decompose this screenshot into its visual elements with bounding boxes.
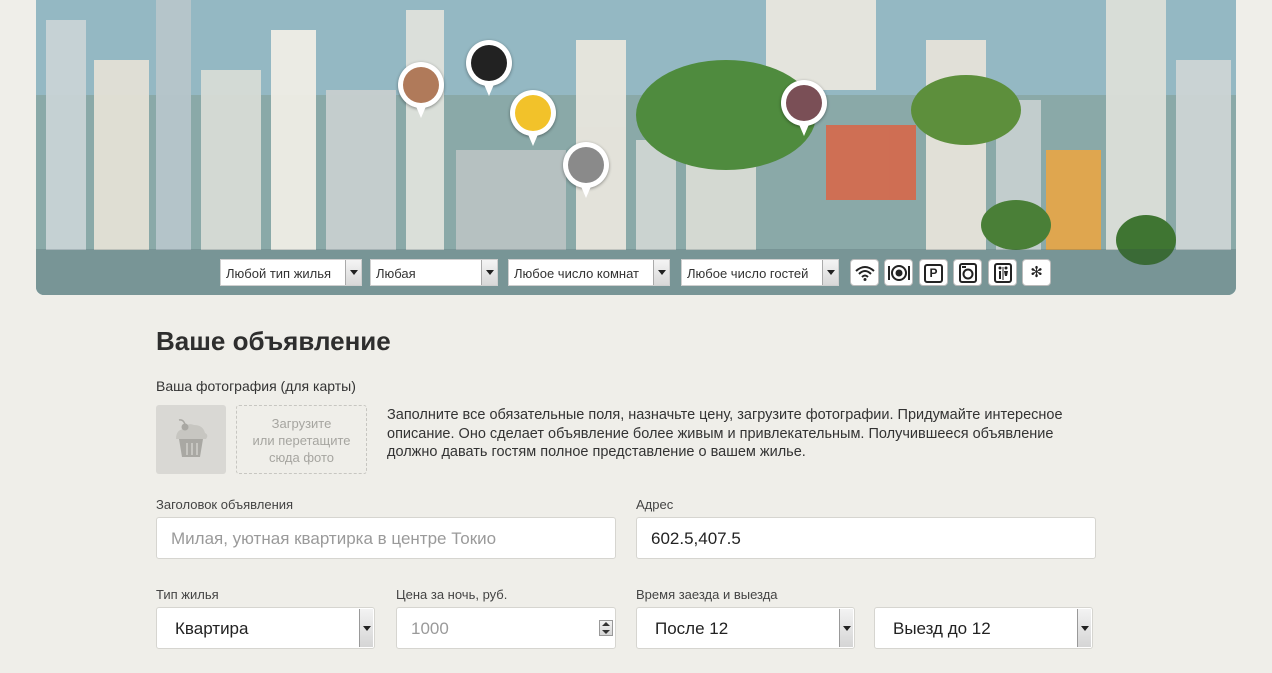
housing-type-select[interactable]: Квартира bbox=[156, 607, 375, 649]
rooms-filter[interactable]: Любое число комнат bbox=[508, 259, 670, 286]
upload-text-line3: сюда фото bbox=[268, 450, 335, 465]
any-filter[interactable]: Любая bbox=[370, 259, 498, 286]
listing-title-label: Заголовок объявления bbox=[156, 497, 294, 512]
page-title: Ваше объявление bbox=[156, 326, 391, 356]
restroom-icon[interactable] bbox=[988, 259, 1017, 286]
chevron-down-icon bbox=[822, 260, 838, 285]
guests-filter[interactable]: Любое число гостей bbox=[681, 259, 839, 286]
rooms-filter-value: Любое число комнат bbox=[514, 266, 639, 281]
housing-type-label: Тип жилья bbox=[156, 587, 219, 602]
checkin-select[interactable]: После 12 bbox=[636, 607, 855, 649]
chevron-down-icon bbox=[359, 609, 373, 647]
snowflake-icon[interactable]: ✻ bbox=[1022, 259, 1051, 286]
housing-type-select-value: Квартира bbox=[175, 619, 249, 638]
checkout-select[interactable]: Выезд до 12 bbox=[874, 607, 1093, 649]
housing-type-filter[interactable]: Любой тип жилья bbox=[220, 259, 362, 286]
filter-bar: Любой тип жилья Любая Любое число комнат… bbox=[36, 249, 1236, 295]
map-pin-avatar-1[interactable] bbox=[398, 62, 444, 120]
address-label: Адрес bbox=[636, 497, 674, 512]
price-label: Цена за ночь, руб. bbox=[396, 587, 508, 602]
chevron-down-icon bbox=[481, 260, 497, 285]
price-input-placeholder: 1000 bbox=[411, 619, 449, 638]
form-hint: Заполните все обязательные поля, назначь… bbox=[387, 407, 1063, 460]
checkin-checkout-label: Время заезда и выезда bbox=[636, 587, 778, 602]
chevron-down-icon bbox=[1077, 609, 1091, 647]
chevron-down-icon bbox=[345, 260, 361, 285]
upload-text-line2: или перетащите bbox=[252, 433, 351, 448]
address-input[interactable]: 602.5,407.5 bbox=[636, 517, 1096, 559]
housing-type-filter-value: Любой тип жилья bbox=[226, 266, 332, 281]
parking-icon[interactable]: P bbox=[919, 259, 948, 286]
chevron-down-icon bbox=[653, 260, 669, 285]
any-filter-value: Любая bbox=[376, 266, 416, 281]
chevron-down-icon bbox=[839, 609, 853, 647]
washer-icon[interactable] bbox=[953, 259, 982, 286]
price-input[interactable]: 1000 bbox=[396, 607, 616, 649]
map-pin-avatar-5[interactable] bbox=[781, 80, 827, 138]
guests-filter-value: Любое число гостей bbox=[687, 266, 809, 281]
avatar-placeholder bbox=[156, 405, 226, 474]
map-pin-avatar-3[interactable] bbox=[510, 90, 556, 148]
map-pin-avatar-4[interactable] bbox=[563, 142, 609, 200]
city-map-banner[interactable]: Любой тип жилья Любая Любое число комнат… bbox=[36, 0, 1236, 295]
number-stepper-icon[interactable] bbox=[599, 620, 613, 636]
map-pin-avatar-2[interactable] bbox=[466, 40, 512, 98]
cupcake-icon bbox=[176, 419, 208, 457]
parking-glyph: P bbox=[924, 264, 943, 283]
listing-title-input[interactable]: Милая, уютная квартирка в центре Токио bbox=[156, 517, 616, 559]
checkout-select-value: Выезд до 12 bbox=[893, 619, 991, 638]
wifi-icon[interactable] bbox=[850, 259, 879, 286]
dining-icon[interactable] bbox=[884, 259, 913, 286]
upload-text-line1: Загрузите bbox=[271, 416, 332, 431]
photo-label: Ваша фотография (для карты) bbox=[156, 378, 356, 394]
photo-dropzone[interactable]: Загрузите или перетащите сюда фото bbox=[236, 405, 367, 474]
checkin-select-value: После 12 bbox=[655, 619, 729, 638]
